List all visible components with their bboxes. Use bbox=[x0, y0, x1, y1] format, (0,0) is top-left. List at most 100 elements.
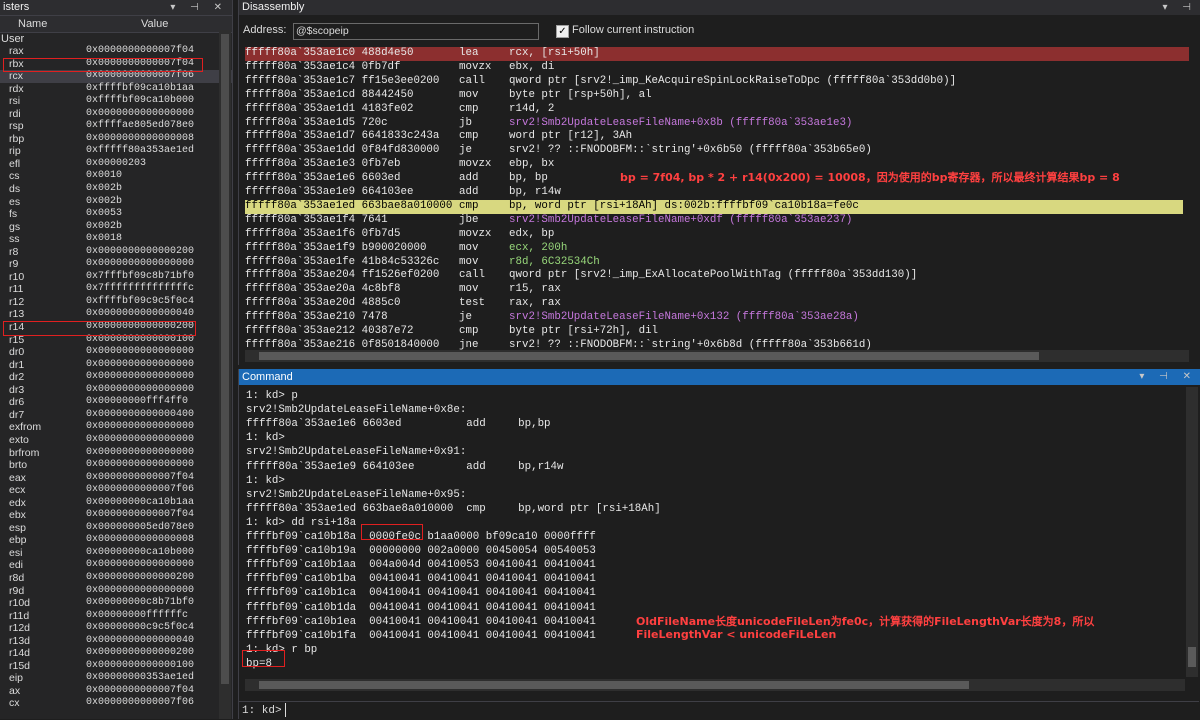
register-row[interactable]: esp 0x000000005ed078e0 bbox=[0, 522, 232, 535]
register-row[interactable]: ecx 0x0000000000007f06 bbox=[0, 484, 232, 497]
register-row[interactable]: efl 0x00000203 bbox=[0, 158, 232, 171]
register-group-label[interactable]: User bbox=[0, 33, 232, 45]
disasm-line[interactable]: fffff80a`353ae1f9 b900020000 mov ecx, 200h bbox=[245, 242, 1183, 256]
register-value[interactable]: 0x0053 bbox=[86, 208, 122, 221]
register-row[interactable]: rdi 0x0000000000000000 bbox=[0, 108, 232, 121]
register-row[interactable]: edx 0x00000000ca10b1aa bbox=[0, 497, 232, 510]
register-row[interactable]: rdx 0xffffbf09ca10b1aa bbox=[0, 83, 232, 96]
register-value[interactable]: 0x0000000000007f06 bbox=[86, 70, 194, 83]
register-row[interactable]: cs 0x0010 bbox=[0, 170, 232, 183]
register-value[interactable]: 0x0010 bbox=[86, 170, 122, 183]
register-value[interactable]: 0x7ffffffffffffffc bbox=[86, 283, 194, 296]
register-value[interactable]: 0x00000000c9c5f0c4 bbox=[86, 622, 194, 635]
register-value[interactable]: 0x7fffbf09c8b71bf0 bbox=[86, 271, 194, 284]
register-row[interactable]: fs 0x0053 bbox=[0, 208, 232, 221]
register-value[interactable]: 0x0000000000007f04 bbox=[86, 45, 194, 58]
register-value[interactable]: 0x00000000353ae1ed bbox=[86, 672, 194, 685]
register-row[interactable]: r12d 0x00000000c9c5f0c4 bbox=[0, 622, 232, 635]
register-row[interactable]: r11 0x7ffffffffffffffc bbox=[0, 283, 232, 296]
register-row[interactable]: dr1 0x0000000000000000 bbox=[0, 359, 232, 372]
register-row[interactable]: esi 0x00000000ca10b000 bbox=[0, 547, 232, 560]
disasm-line[interactable]: fffff80a`353ae1dd 0f84fd830000 je srv2! ??… bbox=[245, 144, 1183, 158]
register-row[interactable]: r15 0x0000000000000100 bbox=[0, 334, 232, 347]
register-value[interactable]: 0x0000000000000000 bbox=[86, 108, 194, 121]
register-value[interactable]: 0x00000000fff4ff0 bbox=[86, 396, 188, 409]
register-row[interactable]: exto 0x0000000000000000 bbox=[0, 434, 232, 447]
register-value[interactable]: 0x0000000000007f06 bbox=[86, 484, 194, 497]
register-value[interactable]: 0x0000000000000000 bbox=[86, 585, 194, 598]
register-value[interactable]: 0x0018 bbox=[86, 233, 122, 246]
register-value[interactable]: 0x0000000000000000 bbox=[86, 359, 194, 372]
register-row[interactable]: r13 0x0000000000000040 bbox=[0, 308, 232, 321]
register-value[interactable]: 0x0000000000000400 bbox=[86, 409, 194, 422]
register-row[interactable]: rsp 0xffffae805ed078e0 bbox=[0, 120, 232, 133]
register-row[interactable]: r14 0x0000000000000200 bbox=[0, 321, 232, 334]
register-value[interactable]: 0x0000000000000000 bbox=[86, 346, 194, 359]
register-value[interactable]: 0x0000000000000000 bbox=[86, 371, 194, 384]
col-value[interactable]: Value bbox=[141, 16, 168, 32]
disasm-line[interactable]: fffff80a`353ae1c7 ff15e3ee0200 call qword … bbox=[245, 75, 1183, 89]
disasm-line[interactable]: fffff80a`353ae1e9 664103ee add bp, r14w bbox=[245, 186, 1183, 200]
disasm-line[interactable]: fffff80a`353ae20a 4c8bf8 mov r15, rax bbox=[245, 283, 1183, 297]
register-row[interactable]: rsi 0xffffbf09ca10b000 bbox=[0, 95, 232, 108]
register-value[interactable]: 0xfffff80a353ae1ed bbox=[86, 145, 194, 158]
register-row[interactable]: ebp 0x0000000000000008 bbox=[0, 534, 232, 547]
disasm-line[interactable]: fffff80a`353ae1c0 488d4e50 lea rcx, [rsi+5… bbox=[245, 47, 1189, 61]
register-value[interactable]: 0x0000000000000000 bbox=[86, 447, 194, 460]
register-row[interactable]: r9 0x0000000000000000 bbox=[0, 258, 232, 271]
register-row[interactable]: eax 0x0000000000007f04 bbox=[0, 472, 232, 485]
register-value[interactable]: 0x0000000000000200 bbox=[86, 246, 194, 259]
panel-tools[interactable]: ▾ ⊣ ✕ bbox=[170, 0, 228, 15]
disasm-line[interactable]: fffff80a`353ae1d1 4183fe02 cmp r14d, 2 bbox=[245, 103, 1183, 117]
register-row[interactable]: r8 0x0000000000000200 bbox=[0, 246, 232, 259]
register-row[interactable]: dr2 0x0000000000000000 bbox=[0, 371, 232, 384]
disassembly-hscroll[interactable] bbox=[245, 350, 1189, 362]
register-value[interactable]: 0x002b bbox=[86, 221, 122, 234]
register-row[interactable]: edi 0x0000000000000000 bbox=[0, 559, 232, 572]
register-value[interactable]: 0x00000000c8b71bf0 bbox=[86, 597, 194, 610]
register-value[interactable]: 0x0000000000000040 bbox=[86, 308, 194, 321]
register-row[interactable]: ebx 0x0000000000007f04 bbox=[0, 509, 232, 522]
register-row[interactable]: ds 0x002b bbox=[0, 183, 232, 196]
disasm-line[interactable]: fffff80a`353ae1c4 0fb7df movzx ebx, di bbox=[245, 61, 1183, 75]
address-input[interactable]: @$scopeip bbox=[293, 23, 539, 40]
register-value[interactable]: 0x0000000000000200 bbox=[86, 647, 194, 660]
register-row[interactable]: exfrom 0x0000000000000000 bbox=[0, 421, 232, 434]
panel-tools[interactable]: ▾ ⊣ bbox=[1162, 0, 1197, 15]
register-row[interactable]: rcx 0x0000000000007f06 bbox=[0, 70, 232, 83]
register-value[interactable]: 0x0000000000000008 bbox=[86, 534, 194, 547]
disasm-line[interactable]: fffff80a`353ae1f4 7641 jbe srv2!Smb2Update… bbox=[245, 214, 1183, 228]
register-value[interactable]: 0x00000000ca10b000 bbox=[86, 547, 194, 560]
register-row[interactable]: rbx 0x0000000000007f04 bbox=[0, 58, 232, 71]
disasm-line[interactable]: fffff80a`353ae1d5 720c jb srv2!Smb2UpdateL… bbox=[245, 117, 1183, 131]
disasm-line[interactable]: fffff80a`353ae1cd 88442450 mov byte ptr [r… bbox=[245, 89, 1183, 103]
disasm-line[interactable]: fffff80a`353ae212 40387e72 cmp byte ptr [r… bbox=[245, 325, 1183, 339]
register-value[interactable]: 0xffffbf09ca10b000 bbox=[86, 95, 194, 108]
register-value[interactable]: 0x0000000000000000 bbox=[86, 384, 194, 397]
register-value[interactable]: 0x00000000ca10b1aa bbox=[86, 497, 194, 510]
register-value[interactable]: 0x0000000000000000 bbox=[86, 421, 194, 434]
register-value[interactable]: 0x0000000000007f06 bbox=[86, 697, 194, 710]
disasm-line[interactable]: fffff80a`353ae204 ff1526ef0200 call qword … bbox=[245, 269, 1183, 283]
register-row[interactable]: cx 0x0000000000007f06 bbox=[0, 697, 232, 710]
register-value[interactable]: 0x0000000000000008 bbox=[86, 133, 194, 146]
register-row[interactable]: dr6 0x00000000fff4ff0 bbox=[0, 396, 232, 409]
register-row[interactable]: dr3 0x0000000000000000 bbox=[0, 384, 232, 397]
register-value[interactable]: 0x0000000000000000 bbox=[86, 459, 194, 472]
register-row[interactable]: gs 0x002b bbox=[0, 221, 232, 234]
command-input[interactable]: 1: kd> bbox=[239, 701, 1199, 720]
register-row[interactable]: rbp 0x0000000000000008 bbox=[0, 133, 232, 146]
register-value[interactable]: 0x0000000000007f04 bbox=[86, 58, 194, 71]
register-row[interactable]: r9d 0x0000000000000000 bbox=[0, 585, 232, 598]
register-row[interactable]: dr0 0x0000000000000000 bbox=[0, 346, 232, 359]
disasm-line[interactable]: fffff80a`353ae1fe 41b84c53326c mov r8d, 6C… bbox=[245, 256, 1183, 270]
register-value[interactable]: 0xffffbf09c9c5f0c4 bbox=[86, 296, 194, 309]
command-hscroll[interactable] bbox=[245, 679, 1185, 691]
register-row[interactable]: r13d 0x0000000000000040 bbox=[0, 635, 232, 648]
register-row[interactable]: dr7 0x0000000000000400 bbox=[0, 409, 232, 422]
panel-tools[interactable]: ▾ ⊣ ✕ bbox=[1139, 369, 1197, 385]
registers-scrollbar[interactable] bbox=[219, 30, 231, 719]
register-row[interactable]: r15d 0x0000000000000100 bbox=[0, 660, 232, 673]
register-row[interactable]: ss 0x0018 bbox=[0, 233, 232, 246]
register-row[interactable]: r14d 0x0000000000000200 bbox=[0, 647, 232, 660]
